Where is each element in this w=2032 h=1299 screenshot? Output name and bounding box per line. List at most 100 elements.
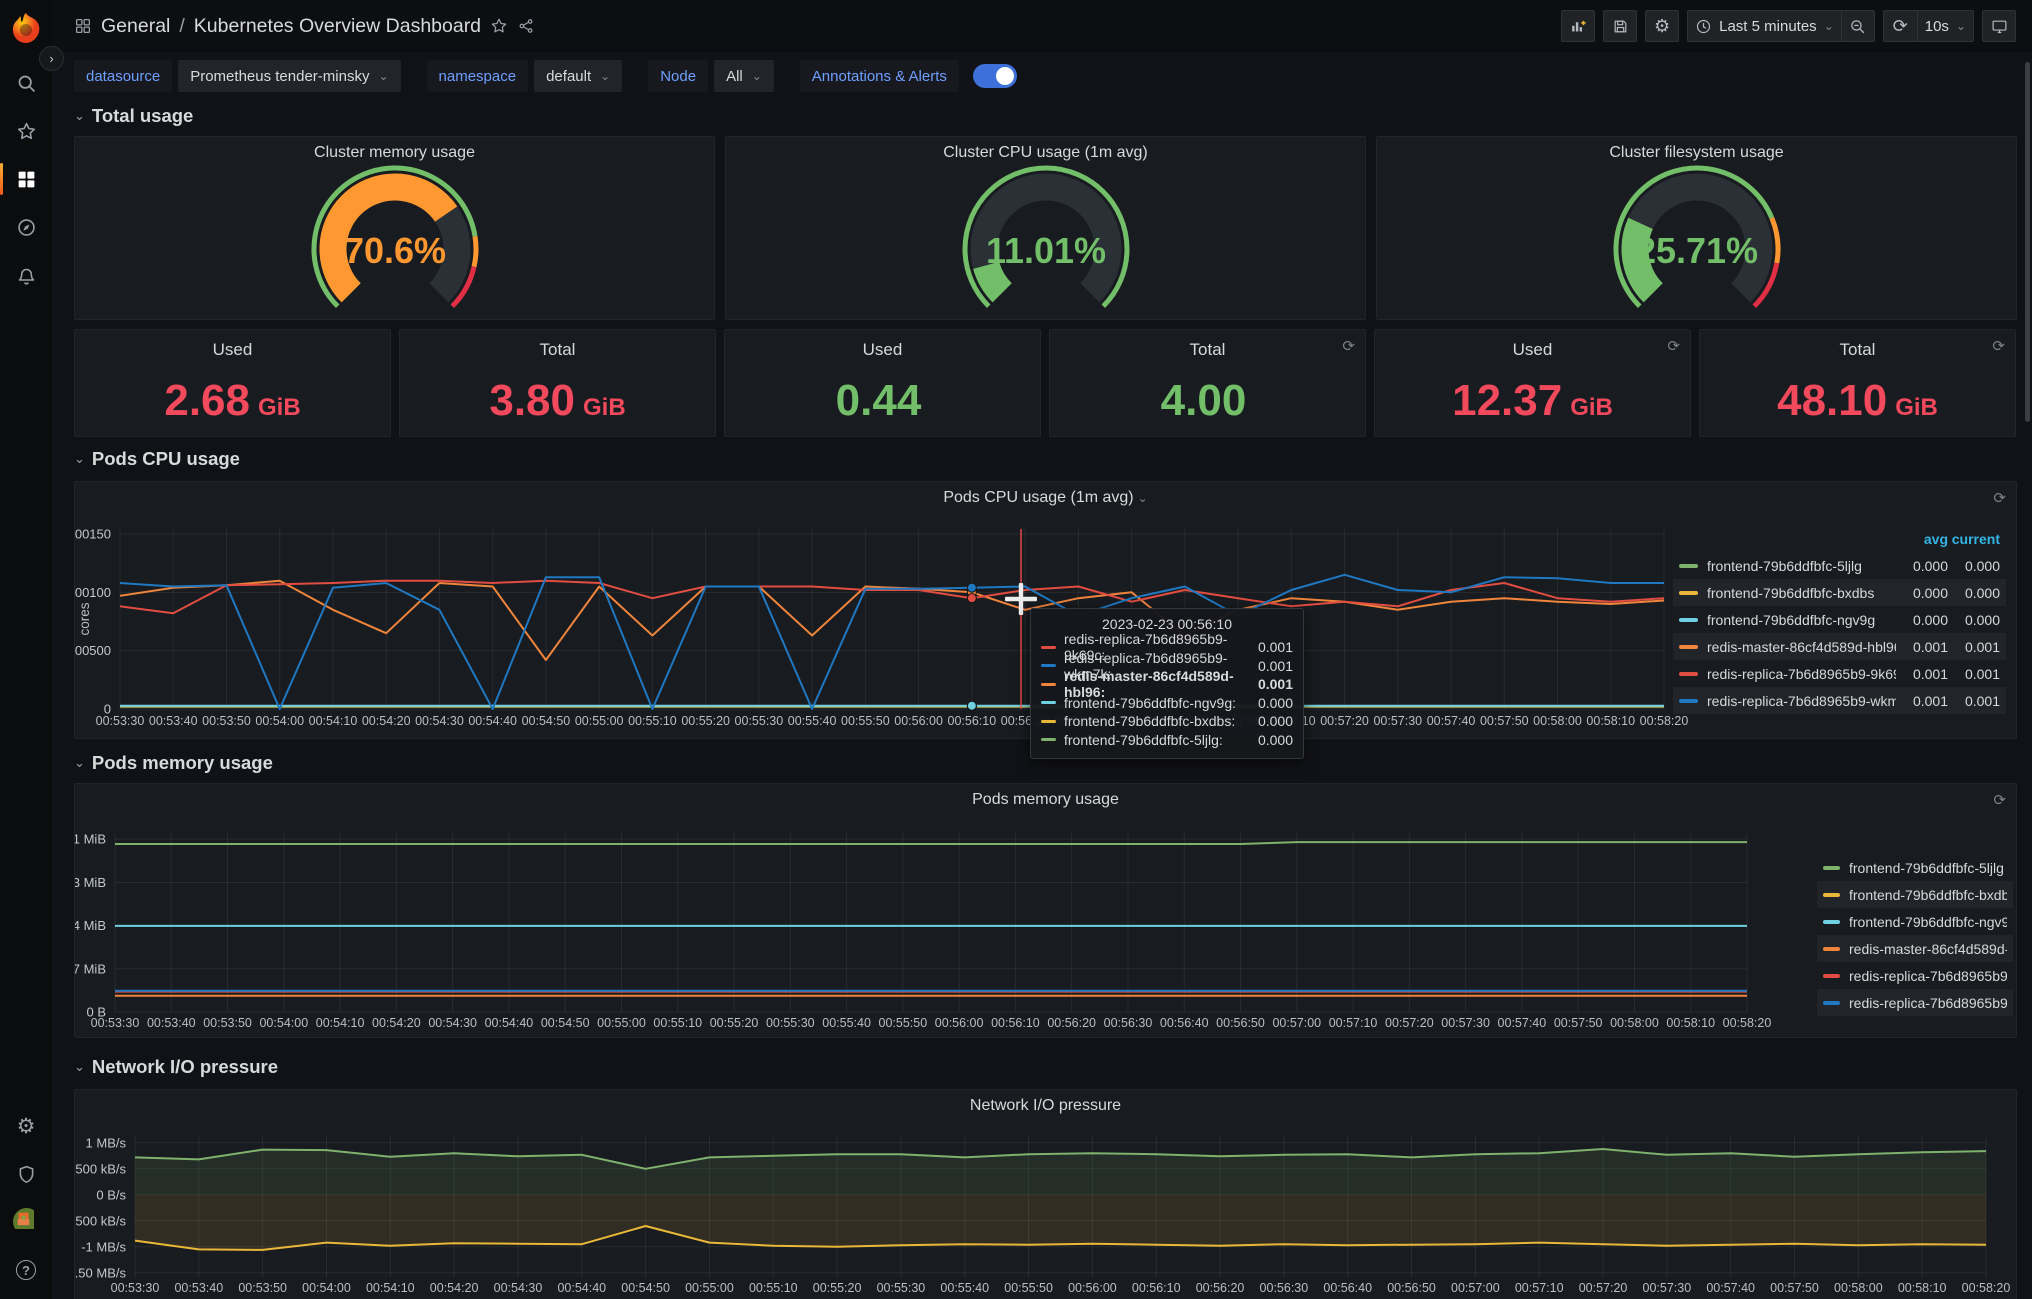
legend-series-name[interactable]: redis-master-86cf4d589d-hbl96 xyxy=(1707,639,1896,655)
chevron-down-icon: ⌄ xyxy=(378,69,389,83)
svg-text:9.54 MiB: 9.54 MiB xyxy=(75,918,106,933)
time-range-picker[interactable]: Last 5 minutes ⌄ xyxy=(1687,10,1841,42)
svg-text:00:56:50: 00:56:50 xyxy=(1387,1281,1436,1295)
time-picker-group: Last 5 minutes ⌄ xyxy=(1687,10,1875,42)
namespace-select[interactable]: default ⌄ xyxy=(534,60,623,92)
panel-title[interactable]: Cluster CPU usage (1m avg) xyxy=(726,144,1365,162)
scrollbar-thumb[interactable] xyxy=(2025,62,2030,422)
section-pods-cpu[interactable]: ⌄ Pods CPU usage xyxy=(74,448,240,470)
svg-text:00:58:20: 00:58:20 xyxy=(1723,1016,1772,1030)
sidebar-item-server-admin[interactable] xyxy=(0,1154,52,1194)
datasource-select[interactable]: Prometheus tender-minsky ⌄ xyxy=(178,60,401,92)
svg-text:00:55:00: 00:55:00 xyxy=(575,714,624,728)
stat-title[interactable]: Total xyxy=(400,340,715,360)
tooltip-timestamp: 2023-02-23 00:56:10 xyxy=(1102,616,1232,632)
legend-series-name[interactable]: redis-replica-7b6d8965b9-wkm7k xyxy=(1707,693,1896,709)
legend-item[interactable]: redis-replica-7b6d8965b9-wkm7k xyxy=(1817,989,2013,1016)
cycle-view-mode-button[interactable] xyxy=(1982,10,2016,42)
panel-cluster-memory-usage: Cluster memory usage 70.6% xyxy=(74,136,715,320)
legend-item[interactable]: redis-replica-7b6d8965b9-wkm7k 0.001 0.001 xyxy=(1673,687,2006,714)
legend-item[interactable]: redis-replica-7b6d8965b9-9k69c xyxy=(1817,962,2013,989)
sidebar-item-configuration[interactable]: ⚙ xyxy=(0,1106,52,1146)
svg-text:00:58:00: 00:58:00 xyxy=(1610,1016,1659,1030)
legend-series-name[interactable]: frontend-79b6ddfbfc-5ljlg xyxy=(1849,860,2007,876)
legend-series-name[interactable]: redis-replica-7b6d8965b9-wkm7k xyxy=(1849,995,2007,1011)
legend-series-name[interactable]: frontend-79b6ddfbfc-bxdbs xyxy=(1707,585,1896,601)
legend-item[interactable]: redis-master-86cf4d589d-hbl96 xyxy=(1817,935,2013,962)
dashboard-settings-button[interactable]: ⚙ xyxy=(1645,10,1680,42)
datasource-label: datasource xyxy=(74,60,173,92)
zoom-out-time-button[interactable] xyxy=(1840,10,1875,42)
panel-title[interactable]: Cluster filesystem usage xyxy=(1377,144,2016,162)
save-dashboard-button[interactable] xyxy=(1603,10,1638,42)
panel-title[interactable]: Cluster memory usage xyxy=(75,144,714,162)
clock-icon xyxy=(1697,19,1711,33)
add-panel-button[interactable] xyxy=(1561,10,1596,42)
legend-item[interactable]: redis-master-86cf4d589d-hbl96 0.001 0.001 xyxy=(1673,633,2006,660)
legend-current: 0.000 xyxy=(1964,611,2000,628)
section-network-io[interactable]: ⌄ Network I/O pressure xyxy=(74,1056,278,1078)
panel-sync-icon[interactable]: ⟳ xyxy=(1667,337,1680,355)
sidebar-expand-button[interactable]: › xyxy=(39,46,64,71)
star-icon xyxy=(17,122,35,139)
sidebar-item-starred[interactable] xyxy=(0,111,52,151)
stat-cpu-total: Total 4.00 ⟳ xyxy=(1049,329,1366,437)
share-icon[interactable] xyxy=(517,17,535,35)
sidebar-item-dashboards[interactable] xyxy=(0,159,52,199)
legend-current: 0.001 xyxy=(1964,665,2000,682)
legend-series-name[interactable]: redis-replica-7b6d8965b9-9k69c xyxy=(1707,666,1896,682)
stat-filesystem-total: Total 48.10 GiB ⟳ xyxy=(1699,329,2016,437)
legend-current: 0.000 xyxy=(1964,584,2000,601)
stat-title[interactable]: Total xyxy=(1050,340,1365,360)
svg-text:-1 MB/s: -1 MB/s xyxy=(81,1239,126,1254)
page-title[interactable]: Kubernetes Overview Dashboard xyxy=(194,15,481,38)
breadcrumb-folder[interactable]: General xyxy=(101,15,170,38)
section-total-usage[interactable]: ⌄ Total usage xyxy=(74,105,193,127)
refresh-dashboard-button[interactable]: ⟳ xyxy=(1882,10,1917,42)
annotations-toggle[interactable] xyxy=(972,64,1017,88)
legend-item[interactable]: frontend-79b6ddfbfc-ngv9g xyxy=(1817,908,2013,935)
network-chart-svg[interactable]: 1 MB/s 500 kB/s 0 B/s -500 kB/s -1 MB/s -1.50… xyxy=(75,1090,2016,1299)
panel-sync-icon[interactable]: ⟳ xyxy=(1342,337,1355,355)
panel-sync-icon[interactable]: ⟳ xyxy=(1992,337,2005,355)
legend-header[interactable]: avg current xyxy=(1673,526,2006,552)
legend-item[interactable]: frontend-79b6ddfbfc-ngv9g 0.000 0.000 xyxy=(1673,606,2006,633)
sidebar-item-alerting[interactable] xyxy=(0,256,52,296)
stat-title[interactable]: Total xyxy=(1700,340,2015,360)
svg-text:00:54:10: 00:54:10 xyxy=(366,1281,415,1295)
sidebar-item-explore[interactable] xyxy=(0,207,52,247)
legend-series-name[interactable]: frontend-79b6ddfbfc-bxdbs xyxy=(1849,887,2007,903)
sidebar-item-help[interactable]: ? xyxy=(0,1250,52,1290)
legend-item[interactable]: redis-replica-7b6d8965b9-9k69c 0.001 0.001 xyxy=(1673,660,2006,687)
legend-series-name[interactable]: redis-replica-7b6d8965b9-9k69c xyxy=(1849,968,2007,984)
chevron-down-icon: ⌄ xyxy=(1823,19,1834,33)
stat-title[interactable]: Used xyxy=(1375,340,1690,360)
legend-series-name[interactable]: frontend-79b6ddfbfc-5ljlg xyxy=(1707,558,1896,574)
node-select[interactable]: All ⌄ xyxy=(714,60,774,92)
stat-title[interactable]: Used xyxy=(75,340,390,360)
legend-item[interactable]: frontend-79b6ddfbfc-bxdbs 0.000 0.000 xyxy=(1673,579,2006,606)
sidebar-item-profile[interactable] xyxy=(0,1201,52,1241)
legend-series-name[interactable]: frontend-79b6ddfbfc-ngv9g xyxy=(1849,914,2007,930)
legend-item[interactable]: frontend-79b6ddfbfc-5ljlg xyxy=(1817,854,2013,881)
refresh-interval-picker[interactable]: 10s ⌄ xyxy=(1916,10,1974,42)
legend-series-name[interactable]: frontend-79b6ddfbfc-ngv9g xyxy=(1707,612,1896,628)
svg-text:00:58:00: 00:58:00 xyxy=(1834,1281,1883,1295)
monitor-icon xyxy=(1992,20,2006,33)
namespace-label: namespace xyxy=(426,60,529,92)
star-dashboard-icon[interactable] xyxy=(490,17,508,35)
namespace-value: default xyxy=(546,67,592,85)
legend-series-name[interactable]: redis-master-86cf4d589d-hbl96 xyxy=(1849,941,2007,957)
stat-title[interactable]: Used xyxy=(725,340,1040,360)
section-pods-memory[interactable]: ⌄ Pods memory usage xyxy=(74,752,273,774)
svg-text:00:55:10: 00:55:10 xyxy=(749,1281,798,1295)
svg-text:00:56:10: 00:56:10 xyxy=(1132,1281,1181,1295)
grafana-logo-icon[interactable] xyxy=(9,11,43,45)
memory-chart-svg[interactable]: 0 B4.77 MiB9.54 MiB14.3 MiB19.1 MiB00:53… xyxy=(75,784,2016,1037)
search-icon xyxy=(18,75,35,92)
legend-item[interactable]: frontend-79b6ddfbfc-bxdbs xyxy=(1817,881,2013,908)
legend-item[interactable]: frontend-79b6ddfbfc-5ljlg 0.000 0.000 xyxy=(1673,552,2006,579)
svg-text:00:57:40: 00:57:40 xyxy=(1706,1281,1755,1295)
svg-text:19.1 MiB: 19.1 MiB xyxy=(75,831,106,846)
svg-text:0.00150: 0.00150 xyxy=(75,527,111,542)
